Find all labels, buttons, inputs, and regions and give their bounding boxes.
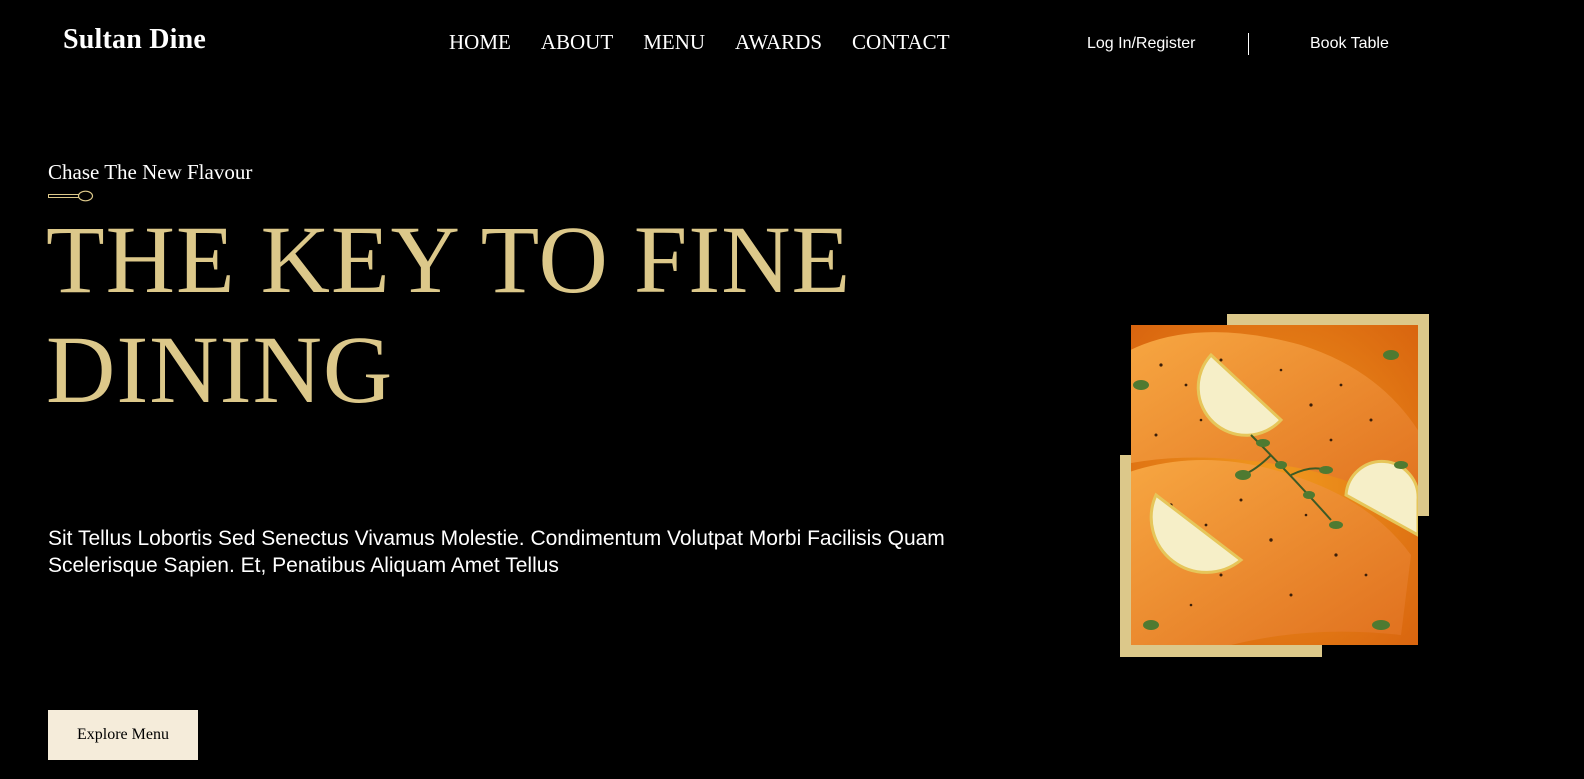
hero-tagline: Chase The New Flavour [48, 160, 253, 184]
book-table-link[interactable]: Book Table [1310, 35, 1389, 53]
hero-description: Sit Tellus Lobortis Sed Senectus Vivamus… [48, 527, 945, 577]
nav-home[interactable]: HOME [449, 30, 511, 55]
nav-awards[interactable]: AWARDS [735, 30, 822, 55]
spoon-icon [48, 190, 94, 202]
brand-logo[interactable]: Sultan Dine [63, 24, 206, 56]
nav-menu[interactable]: MENU [643, 30, 705, 55]
salmon-dish-image [1131, 325, 1418, 645]
login-register-link[interactable]: Log In/Register [1087, 35, 1196, 53]
explore-menu-button[interactable]: Explore Menu [48, 710, 198, 760]
nav-contact[interactable]: CONTACT [852, 30, 949, 55]
main-nav: HOME ABOUT MENU AWARDS CONTACT [449, 30, 950, 55]
hero-headline: THE KEY TO FINE DINING [46, 206, 852, 423]
header-divider [1248, 33, 1249, 55]
nav-about[interactable]: ABOUT [541, 30, 613, 55]
